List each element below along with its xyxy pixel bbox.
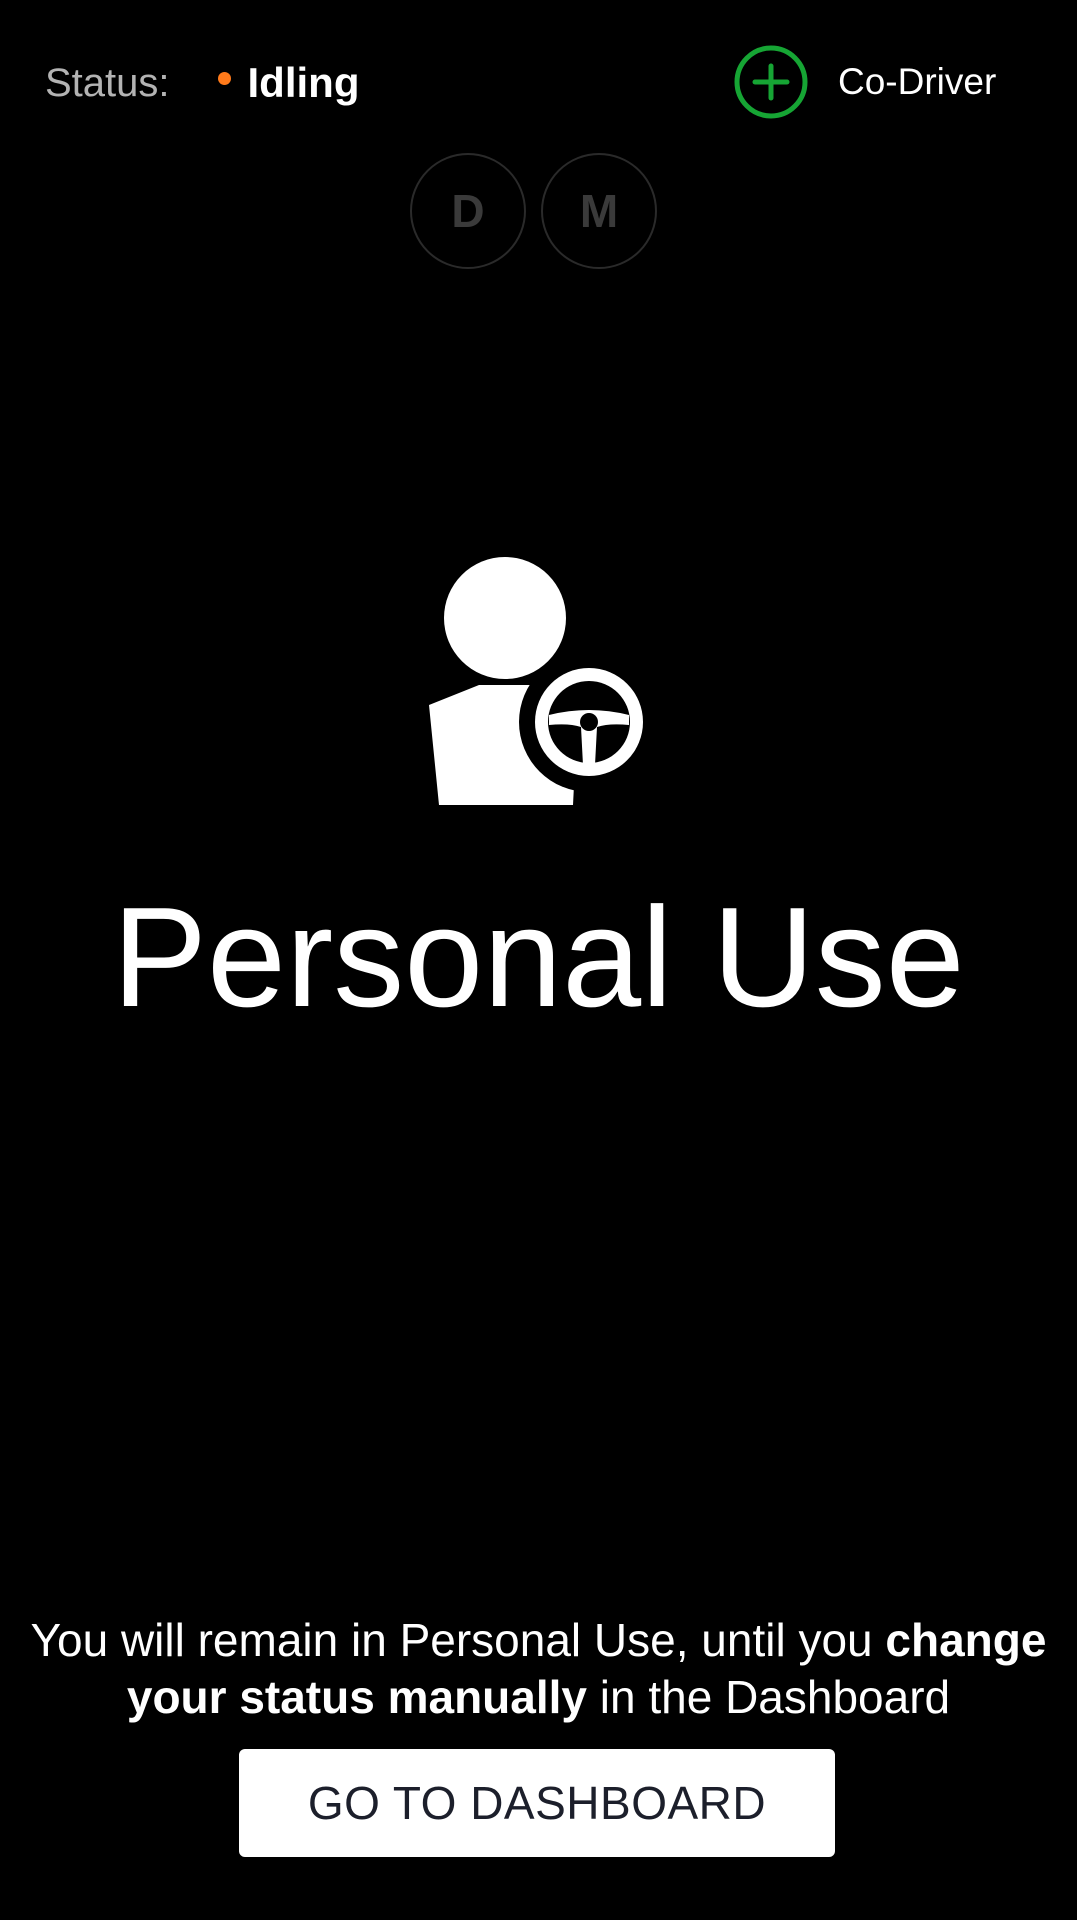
status-value: Idling: [247, 59, 360, 106]
notice-part-2: in the Dashboard: [587, 1671, 951, 1723]
driver-with-steering-wheel-icon: [429, 557, 647, 805]
status-row: Status: Idling: [45, 55, 360, 111]
notice-part-1: You will remain in Personal Use, until y…: [30, 1614, 886, 1666]
log-circle-m[interactable]: M: [541, 153, 657, 269]
notice-text: You will remain in Personal Use, until y…: [0, 1612, 1077, 1726]
go-to-dashboard-button[interactable]: GO TO DASHBOARD: [239, 1749, 835, 1857]
co-driver-label: Co-Driver: [838, 61, 997, 102]
log-circle-d[interactable]: D: [410, 153, 526, 269]
page-title: Personal Use: [112, 878, 965, 1037]
status-dot-icon: [217, 71, 231, 85]
co-driver-button[interactable]: Co-Driver: [734, 45, 996, 119]
status-label: Status:: [45, 60, 170, 105]
log-circles: D M: [410, 153, 657, 269]
plus-circle-icon: [734, 45, 808, 119]
